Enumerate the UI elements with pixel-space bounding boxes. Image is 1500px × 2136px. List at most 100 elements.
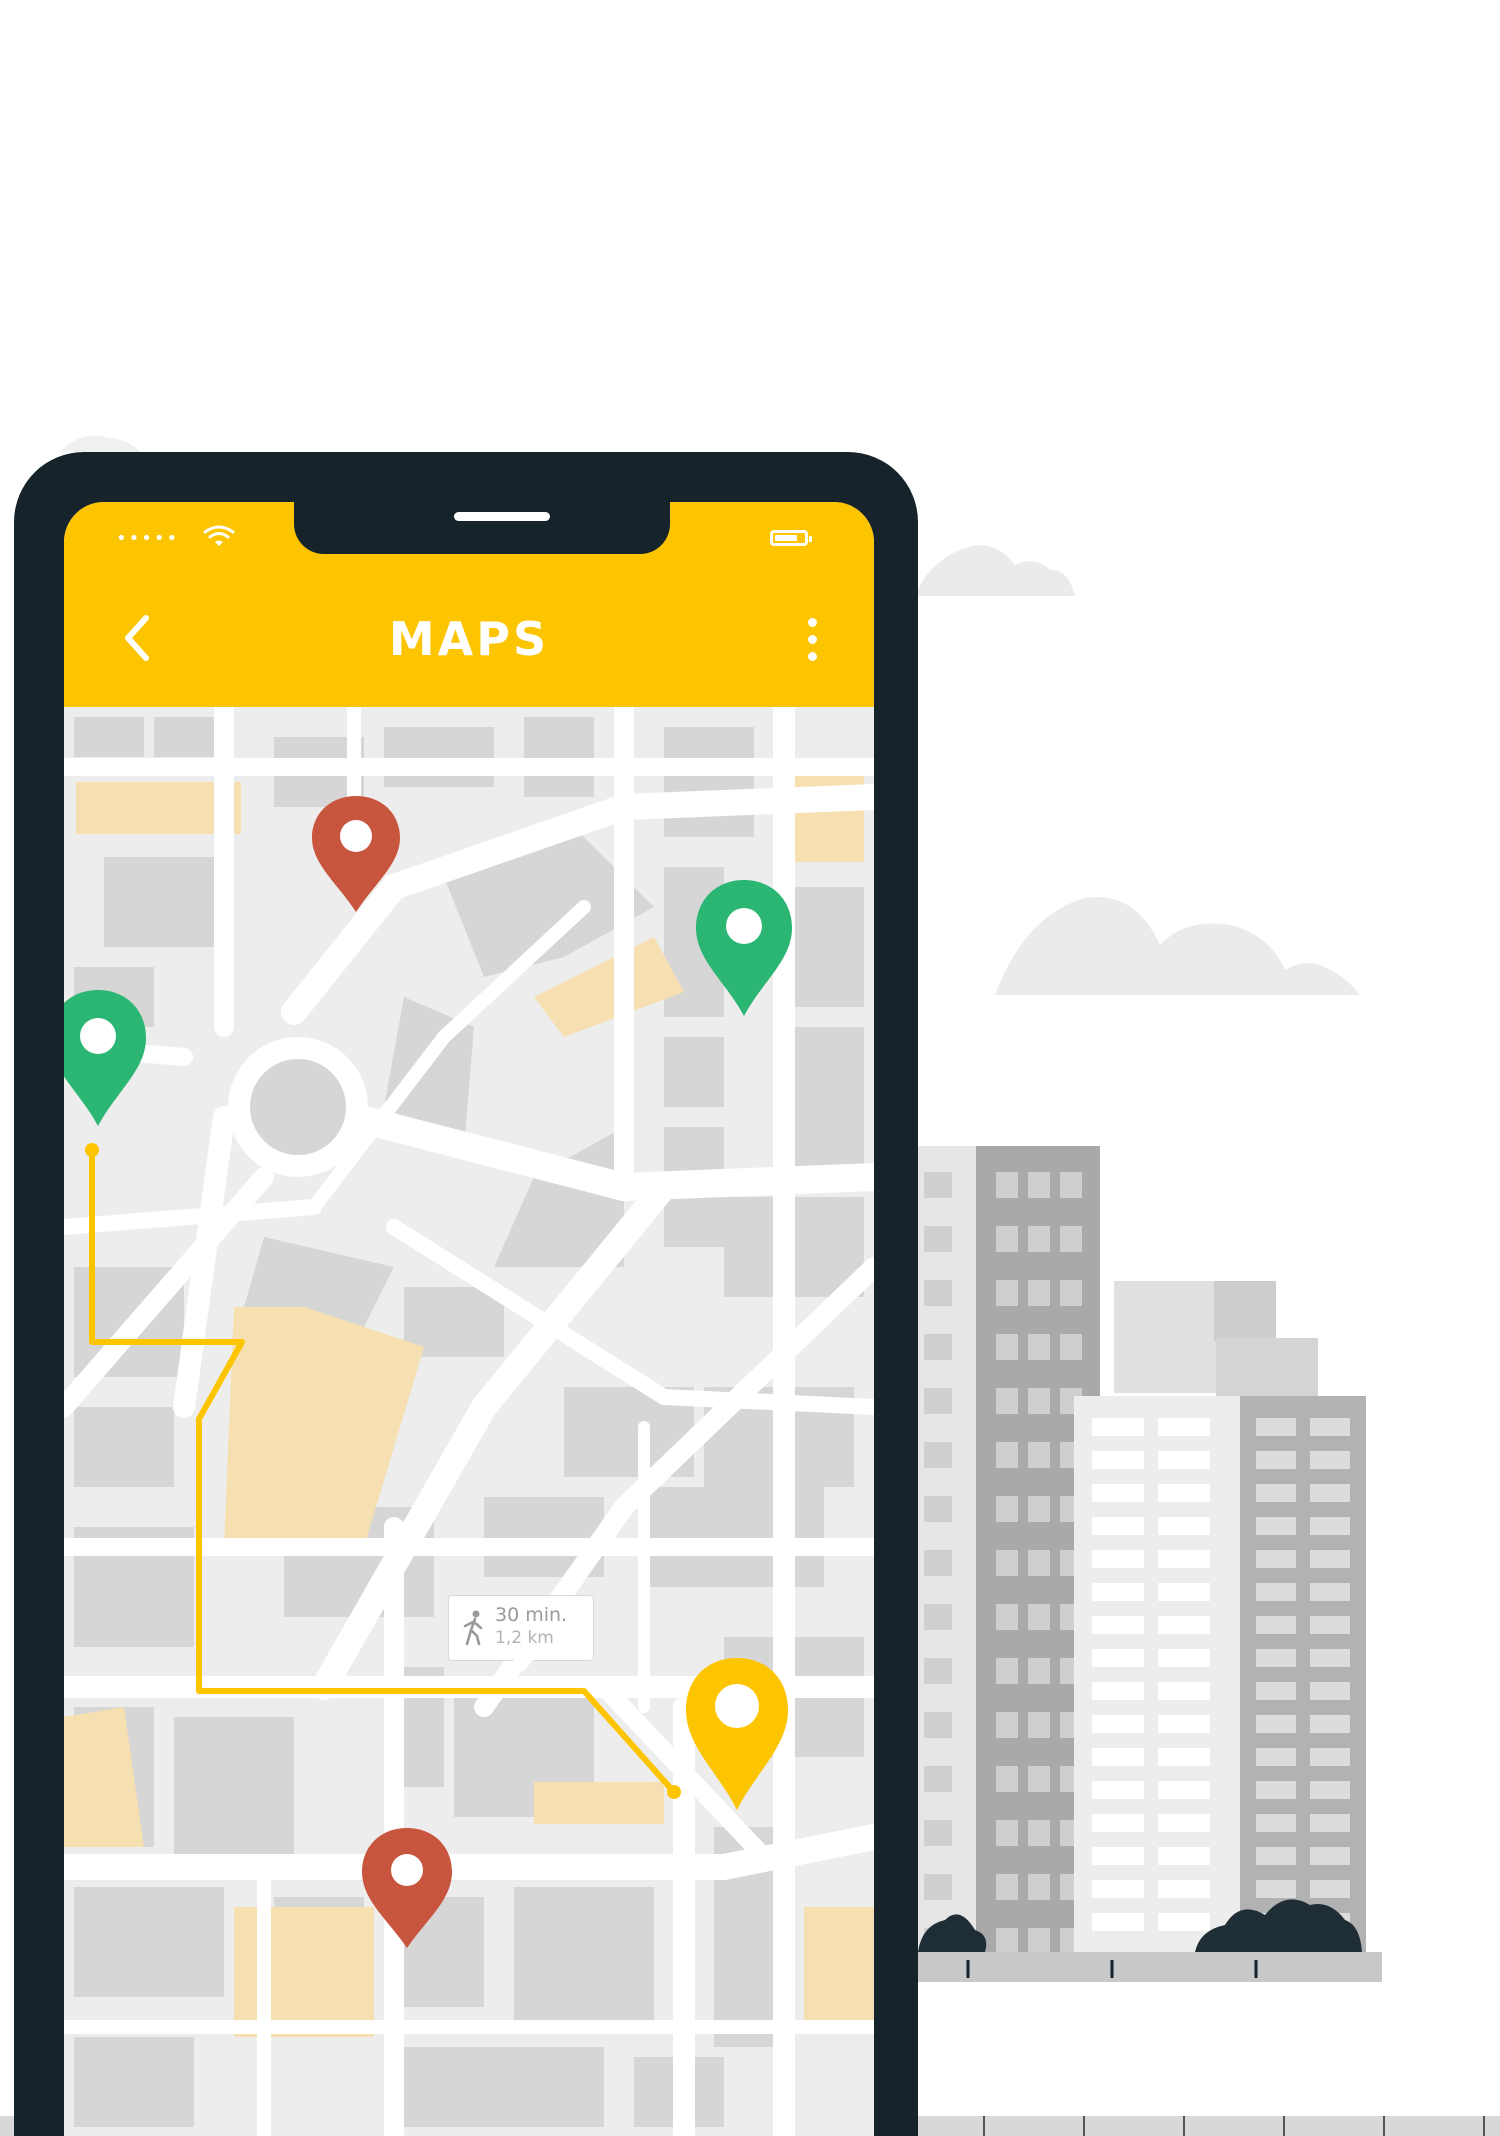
building-window bbox=[1158, 1517, 1210, 1535]
route-distance: 1,2 km bbox=[495, 1628, 554, 1648]
building-window bbox=[996, 1928, 1018, 1954]
building-window bbox=[924, 1766, 952, 1792]
app-bar: ••••• MAPS bbox=[64, 502, 874, 707]
building-window bbox=[1028, 1604, 1050, 1630]
smartphone: ••••• MAPS 30 min. 1,2 km bbox=[14, 452, 918, 2136]
building-window bbox=[1256, 1781, 1296, 1799]
location-pin-red-bottom[interactable] bbox=[358, 1824, 456, 1950]
building-window bbox=[996, 1388, 1018, 1414]
location-pin-yellow-destination[interactable] bbox=[682, 1654, 792, 1814]
building-window bbox=[1256, 1748, 1296, 1766]
location-pin-green-right[interactable] bbox=[692, 876, 796, 1020]
route-start-dot bbox=[85, 1143, 99, 1157]
building-window bbox=[924, 1496, 952, 1522]
building-window bbox=[1310, 1616, 1350, 1634]
building-window bbox=[1158, 1880, 1210, 1898]
building-window bbox=[1158, 1616, 1210, 1634]
location-pin-green-start[interactable] bbox=[64, 986, 150, 1130]
building-window bbox=[1158, 1484, 1210, 1502]
building-window bbox=[1092, 1913, 1144, 1931]
cloud bbox=[915, 545, 1075, 596]
wifi-icon bbox=[203, 525, 235, 546]
building-window bbox=[1310, 1880, 1350, 1898]
building-window bbox=[924, 1874, 952, 1900]
building-window bbox=[924, 1334, 952, 1360]
building-window bbox=[1092, 1682, 1144, 1700]
building-window bbox=[1158, 1451, 1210, 1469]
building-window bbox=[1028, 1658, 1050, 1684]
building-window bbox=[924, 1226, 952, 1252]
building-window bbox=[1060, 1280, 1082, 1306]
building-window bbox=[1310, 1748, 1350, 1766]
building-window bbox=[1158, 1781, 1210, 1799]
building-window bbox=[1256, 1814, 1296, 1832]
cloud bbox=[995, 896, 1360, 995]
building-window bbox=[924, 1388, 952, 1414]
building-window bbox=[1092, 1583, 1144, 1601]
building-window bbox=[1060, 1226, 1082, 1252]
building-window bbox=[1092, 1484, 1144, 1502]
building-window bbox=[1028, 1388, 1050, 1414]
building-window bbox=[996, 1658, 1018, 1684]
building-window bbox=[1028, 1550, 1050, 1576]
building-window bbox=[1028, 1442, 1050, 1468]
building-window bbox=[1092, 1451, 1144, 1469]
building-window bbox=[1310, 1517, 1350, 1535]
building-window bbox=[1028, 1280, 1050, 1306]
building-window bbox=[924, 1820, 952, 1846]
building-window bbox=[1060, 1334, 1082, 1360]
building-window bbox=[1028, 1172, 1050, 1198]
building-window bbox=[996, 1496, 1018, 1522]
building-window bbox=[924, 1712, 952, 1738]
building-window bbox=[1310, 1814, 1350, 1832]
building-tall bbox=[918, 1146, 1100, 1954]
building-window bbox=[1256, 1682, 1296, 1700]
building-window bbox=[996, 1874, 1018, 1900]
building-window bbox=[1028, 1496, 1050, 1522]
building-window bbox=[996, 1766, 1018, 1792]
route-end-dot bbox=[667, 1785, 681, 1799]
building-window bbox=[1256, 1484, 1296, 1502]
building-window bbox=[1092, 1550, 1144, 1568]
building-window bbox=[1158, 1418, 1210, 1436]
building-window bbox=[1028, 1874, 1050, 1900]
route-time: 30 min. bbox=[495, 1604, 568, 1626]
building-window bbox=[1092, 1748, 1144, 1766]
building-window bbox=[1256, 1847, 1296, 1865]
building-window bbox=[1158, 1649, 1210, 1667]
building-window bbox=[1310, 1583, 1350, 1601]
building-window bbox=[1256, 1451, 1296, 1469]
building-window bbox=[996, 1442, 1018, 1468]
building-window bbox=[924, 1442, 952, 1468]
building-window bbox=[1310, 1484, 1350, 1502]
building-window bbox=[1060, 1172, 1082, 1198]
building-window bbox=[1028, 1820, 1050, 1846]
building-window bbox=[1158, 1814, 1210, 1832]
building-window bbox=[1092, 1814, 1144, 1832]
building-window bbox=[996, 1280, 1018, 1306]
building-window bbox=[1256, 1649, 1296, 1667]
phone-screen: ••••• MAPS 30 min. 1,2 km bbox=[64, 502, 874, 2136]
building-window bbox=[1092, 1517, 1144, 1535]
page-title: MAPS bbox=[388, 612, 550, 666]
building-window bbox=[1310, 1847, 1350, 1865]
building-window bbox=[1092, 1880, 1144, 1898]
phone-notch bbox=[294, 502, 670, 554]
building-window bbox=[924, 1550, 952, 1576]
building-window bbox=[924, 1280, 952, 1306]
speaker-grille bbox=[454, 512, 550, 521]
building-window bbox=[1028, 1766, 1050, 1792]
building-window bbox=[1092, 1616, 1144, 1634]
building-window bbox=[1310, 1451, 1350, 1469]
building-window bbox=[1028, 1928, 1050, 1954]
more-vertical-icon[interactable] bbox=[800, 614, 824, 670]
building-window bbox=[1028, 1712, 1050, 1738]
building-window bbox=[1092, 1781, 1144, 1799]
building-window bbox=[996, 1172, 1018, 1198]
building-window bbox=[996, 1334, 1018, 1360]
building-window bbox=[1256, 1550, 1296, 1568]
roundabout bbox=[228, 1037, 368, 1177]
building-window bbox=[1256, 1715, 1296, 1733]
building-window bbox=[1158, 1748, 1210, 1766]
location-pin-red-top[interactable] bbox=[308, 792, 404, 914]
